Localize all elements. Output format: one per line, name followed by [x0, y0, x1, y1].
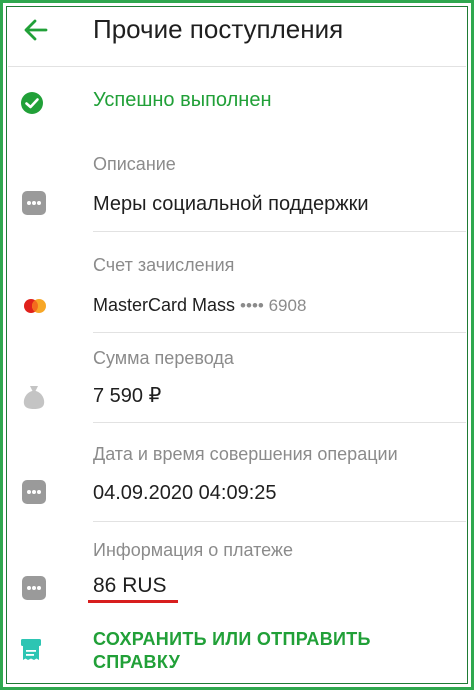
top-app-bar: Прочие поступления: [0, 0, 474, 66]
highlight-underline: [88, 600, 178, 603]
more-dots-icon: [22, 191, 46, 215]
status-text: Успешно выполнен: [93, 89, 272, 111]
save-or-send-receipt-button[interactable]: СОХРАНИТЬ ИЛИ ОТПРАВИТЬ СПРАВКУ: [93, 628, 423, 674]
description-value: Меры социальной поддержки: [93, 193, 369, 215]
row-divider: [93, 521, 466, 522]
payment-info-value: 86 RUS: [93, 574, 167, 597]
row-divider: [93, 231, 466, 232]
check-circle-icon: [21, 92, 43, 114]
account-label: Счет зачисления: [93, 255, 235, 275]
amount-label: Сумма перевода: [93, 348, 234, 368]
card-name: MasterCard Mass: [93, 295, 236, 315]
datetime-value: 04.09.2020 04:09:25: [93, 482, 277, 504]
arrow-left-icon[interactable]: [20, 14, 52, 46]
datetime-label: Дата и время совершения операции: [93, 444, 398, 464]
row-divider: [93, 332, 466, 333]
more-dots-icon: [22, 480, 46, 504]
card-masked-number: •••• 6908: [240, 296, 307, 315]
row-divider: [93, 422, 466, 423]
receipt-icon[interactable]: [20, 638, 42, 662]
payment-info-label: Информация о платеже: [93, 540, 293, 560]
header-divider: [8, 66, 466, 67]
account-value: MasterCard Mass •••• 6908: [93, 295, 306, 316]
page-title: Прочие поступления: [93, 14, 344, 44]
description-label: Описание: [93, 154, 176, 174]
mastercard-icon: [24, 299, 46, 313]
more-dots-icon: [22, 576, 46, 600]
money-bag-icon: [23, 386, 45, 409]
amount-value: 7 590 ₽: [93, 385, 162, 407]
